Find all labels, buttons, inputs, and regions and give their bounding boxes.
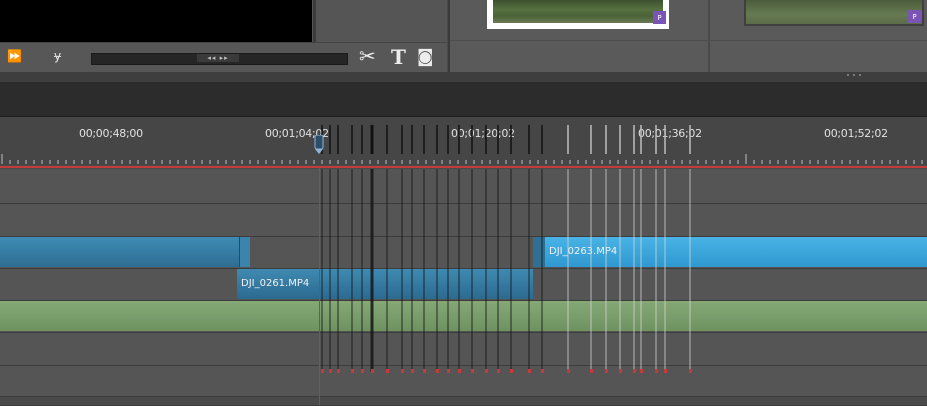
marker-dot [590, 369, 593, 373]
thumbnail-image [746, 0, 922, 24]
marker-dot [371, 369, 374, 373]
marker-dot [541, 369, 544, 373]
marker-dot [471, 369, 474, 373]
marker-dot [528, 369, 531, 373]
playhead-line[interactable] [319, 166, 320, 405]
marker-dot [401, 369, 404, 373]
marker-dot [411, 369, 414, 373]
project-badge: P [908, 10, 921, 23]
marker-dot [361, 369, 364, 373]
media-column-divider [708, 0, 710, 72]
camera-snapshot-icon[interactable]: ◙ [417, 47, 434, 67]
marker-dot [619, 369, 622, 373]
marker-dot [321, 369, 324, 373]
preview-monitor [0, 0, 312, 42]
grip-icon[interactable] [846, 74, 866, 77]
marker-dot [447, 369, 450, 373]
media-row-divider [450, 40, 927, 41]
playhead-icon[interactable] [314, 135, 324, 155]
marker-dot [386, 369, 389, 373]
marker-dot [458, 369, 461, 373]
thumbnail-image [493, 0, 663, 23]
marker-dot [633, 369, 636, 373]
marker-dot [423, 369, 426, 373]
marker-dot [436, 369, 439, 373]
marker-dot [640, 369, 643, 373]
scissors-icon[interactable]: ✂ [359, 44, 376, 68]
panel-splitter[interactable] [0, 72, 927, 82]
marker-dot [689, 369, 692, 373]
marker-dot [497, 369, 500, 373]
text-tool-icon[interactable]: T [391, 45, 406, 69]
trim-icon[interactable]: ɏ [54, 49, 61, 63]
marker-dot [605, 369, 608, 373]
fast-forward-icon[interactable]: ⏩ [7, 49, 22, 63]
marker-dot [510, 369, 513, 373]
project-badge: P [653, 11, 666, 24]
shuttle-handle[interactable]: ◂◂ ▸▸ [197, 54, 239, 62]
marker-dot [567, 369, 570, 373]
marker-dot [337, 369, 340, 373]
monitor-divider [313, 0, 316, 42]
marker-dot [485, 369, 488, 373]
marker-dot [655, 369, 658, 373]
beat-markers [321, 125, 692, 373]
marker-dot [329, 369, 332, 373]
marker-dot [351, 369, 354, 373]
marker-dot [664, 369, 667, 373]
timeline-toolbar [0, 82, 927, 117]
